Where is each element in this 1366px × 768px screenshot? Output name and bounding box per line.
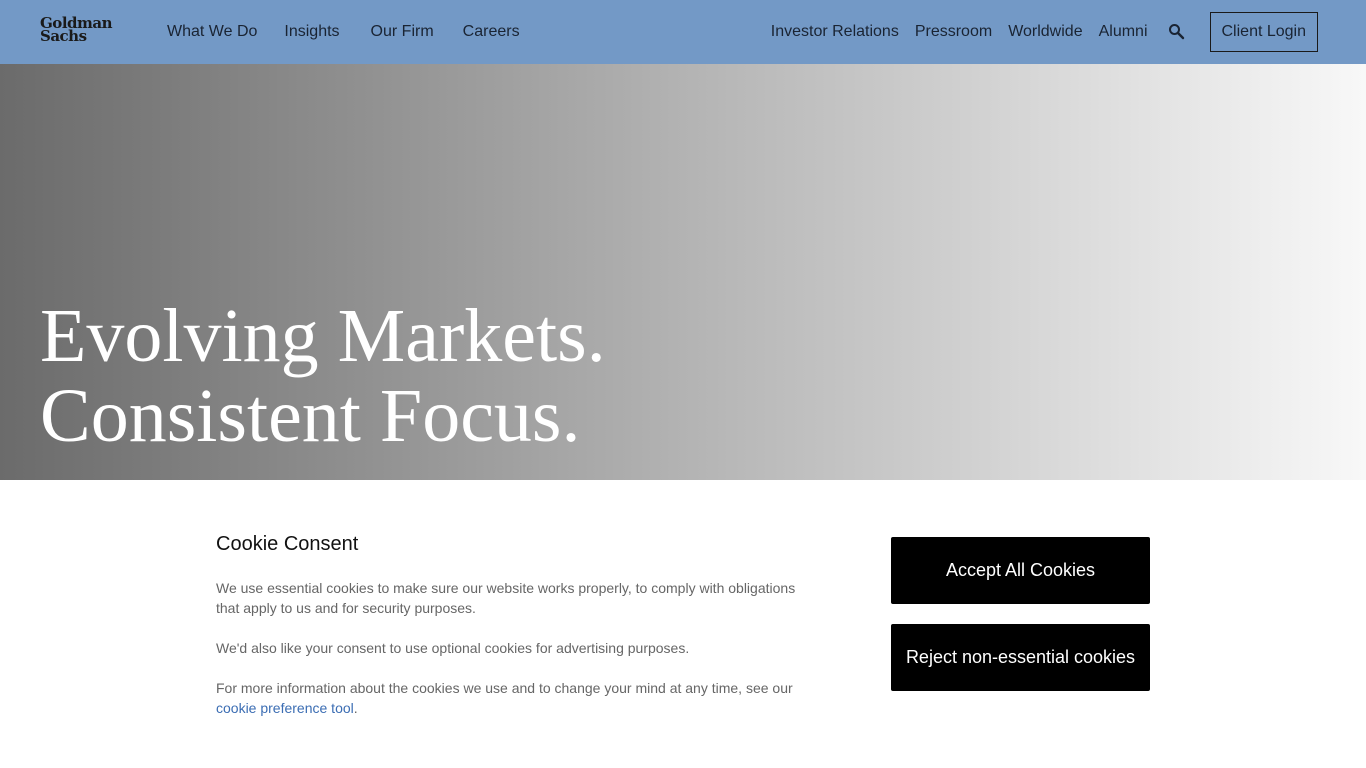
cookie-more-info-suffix: .: [353, 700, 358, 716]
nav-careers[interactable]: Careers: [463, 23, 520, 41]
cookie-more-info-text: For more information about the cookies w…: [216, 680, 793, 696]
nav-insights[interactable]: Insights: [284, 23, 339, 41]
site-header: Goldman Sachs What We Do Insights Our Fi…: [0, 0, 1366, 64]
nav-alumni[interactable]: Alumni: [1099, 23, 1148, 41]
cookie-paragraph-optional: We'd also like your consent to use optio…: [216, 640, 690, 656]
cookie-consent-banner: Cookie Consent We use essential cookies …: [0, 480, 1366, 768]
nav-pressroom[interactable]: Pressroom: [915, 23, 992, 41]
hero-banner: Evolving Markets. Consistent Focus.: [0, 64, 1366, 480]
client-login-button[interactable]: Client Login: [1209, 12, 1318, 52]
primary-nav: What We Do Insights Our Firm Careers: [167, 0, 547, 64]
nav-what-we-do[interactable]: What We Do: [167, 23, 257, 41]
cookie-paragraph-essential: We use essential cookies to make sure ou…: [216, 580, 796, 616]
hero-title: Evolving Markets. Consistent Focus.: [40, 296, 606, 456]
hero-title-line-2: Consistent Focus.: [40, 374, 581, 458]
cookie-preference-tool-link[interactable]: cookie preference tool: [216, 700, 354, 716]
nav-our-firm[interactable]: Our Firm: [371, 23, 434, 41]
goldman-sachs-logo[interactable]: Goldman Sachs: [40, 16, 113, 44]
cookie-paragraph-more-info: For more information about the cookies w…: [216, 678, 816, 718]
nav-worldwide[interactable]: Worldwide: [1008, 23, 1082, 41]
secondary-nav: Investor Relations Pressroom Worldwide A…: [771, 0, 1318, 64]
nav-investor-relations[interactable]: Investor Relations: [771, 23, 899, 41]
reject-non-essential-cookies-button[interactable]: Reject non-essential cookies: [891, 624, 1150, 691]
cookie-consent-title: Cookie Consent: [216, 533, 359, 555]
hero-title-line-1: Evolving Markets.: [40, 294, 606, 378]
search-icon[interactable]: [1168, 23, 1186, 41]
accept-all-cookies-button[interactable]: Accept All Cookies: [891, 537, 1150, 604]
